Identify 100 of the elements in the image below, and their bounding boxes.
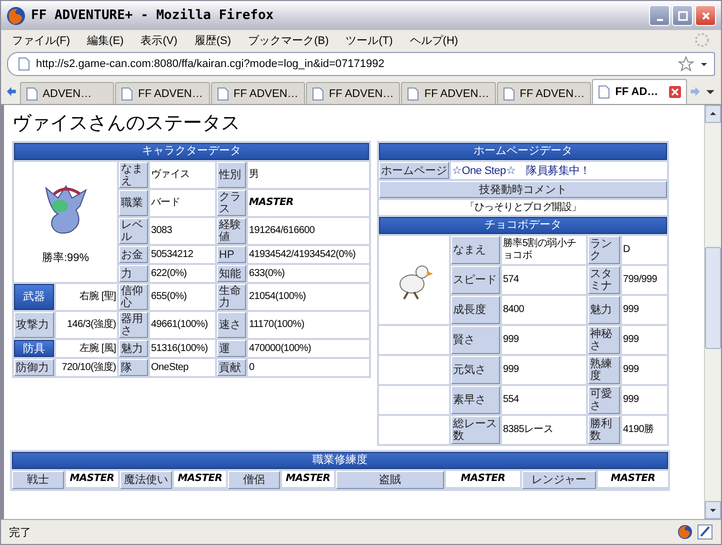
browser-logo-icon bbox=[6, 6, 26, 26]
menu-item[interactable]: ヘルプ(H) bbox=[410, 32, 458, 48]
field-label: なまえ bbox=[451, 236, 500, 264]
field-label: 元気さ bbox=[451, 356, 500, 384]
field-label: 魅力 bbox=[119, 340, 148, 357]
menu-item[interactable]: 表示(V) bbox=[140, 32, 178, 48]
field-value: 51316(100%) bbox=[150, 340, 215, 357]
field-value: 勝率5割の弱小チョコボ bbox=[502, 236, 586, 264]
field-label: なまえ bbox=[119, 162, 148, 188]
field-label: HP bbox=[217, 246, 246, 263]
scroll-down-icon[interactable] bbox=[709, 506, 717, 514]
field-value: 999 bbox=[622, 356, 667, 384]
page-icon bbox=[26, 86, 38, 100]
field-label: 器用さ bbox=[119, 312, 148, 338]
browser-tab[interactable]: FF ADVEN… bbox=[401, 82, 496, 104]
field-label: 速さ bbox=[217, 312, 246, 338]
field-label: 信仰心 bbox=[119, 284, 148, 310]
dropdown-icon[interactable] bbox=[700, 60, 708, 68]
comment-text: 「ひっそりとブログ開設」 bbox=[379, 200, 667, 215]
browser-tab[interactable]: FF AD… bbox=[592, 79, 687, 104]
field-label: 性別 bbox=[217, 162, 246, 188]
bookmark-star-icon[interactable] bbox=[678, 56, 694, 72]
section-header: ホームページデータ bbox=[379, 143, 667, 160]
field-label: クラス bbox=[217, 190, 246, 216]
field-label: 可愛さ bbox=[588, 386, 620, 414]
empty-cell bbox=[379, 356, 449, 384]
field-value: 999 bbox=[622, 296, 667, 324]
maximize-button[interactable] bbox=[672, 5, 693, 26]
menu-item[interactable]: ブックマーク(B) bbox=[248, 32, 329, 48]
section-header: 職業修練度 bbox=[12, 452, 668, 469]
field-value: D bbox=[622, 236, 667, 264]
empty-cell bbox=[379, 386, 449, 414]
field-value: 8385レース bbox=[502, 416, 586, 444]
field-value: 右腕 [聖] bbox=[56, 284, 117, 310]
scroll-left-icon[interactable] bbox=[6, 86, 17, 96]
field-value: 49661(100%) bbox=[150, 312, 215, 338]
field-value: MASTER bbox=[248, 190, 369, 216]
close-icon bbox=[700, 10, 710, 20]
close-button[interactable] bbox=[695, 5, 716, 26]
field-value: 574 bbox=[502, 266, 586, 294]
equipment-button[interactable]: 防具 bbox=[14, 340, 54, 357]
field-value: 470000(100%) bbox=[248, 340, 369, 357]
close-tab-icon[interactable] bbox=[668, 86, 681, 98]
page-heading: ヴァイスさんのステータス bbox=[12, 113, 241, 135]
scroll-up-icon[interactable] bbox=[709, 110, 717, 118]
field-label: 知能 bbox=[217, 265, 246, 282]
field-label: 力 bbox=[119, 265, 148, 282]
menu-item[interactable]: ツール(T) bbox=[346, 32, 393, 48]
field-label: 攻撃力 bbox=[14, 312, 54, 338]
field-label: 成長度 bbox=[451, 296, 500, 324]
page-icon bbox=[312, 86, 324, 100]
field-label: 賢さ bbox=[451, 326, 500, 354]
maximize-icon bbox=[678, 10, 688, 20]
field-value: 720/10(強度) bbox=[56, 359, 117, 376]
job-label: 魔法使い bbox=[120, 471, 172, 489]
empty-cell bbox=[379, 416, 449, 444]
field-value: 50534212 bbox=[150, 246, 215, 263]
field-label: 防御力 bbox=[14, 359, 54, 376]
field-label: 隊 bbox=[119, 359, 148, 376]
field-value: 554 bbox=[502, 386, 586, 414]
minimize-button[interactable] bbox=[649, 5, 670, 26]
job-label: 僧侶 bbox=[228, 471, 280, 489]
scrollbar-thumb[interactable] bbox=[705, 247, 721, 349]
field-label: 経験値 bbox=[217, 218, 246, 244]
homepage-link[interactable]: ☆One Step☆ 隊員募集中！ bbox=[451, 162, 667, 179]
browser-tab[interactable]: FF ADVEN… bbox=[210, 82, 305, 104]
field-label: 勝利数 bbox=[588, 416, 620, 444]
address-field[interactable]: http://s2.game-can.com:8080/ffa/kairan.cgi?mode=log_in&id=07171992 bbox=[7, 52, 715, 76]
field-value: 11170(100%) bbox=[248, 312, 369, 338]
field-value: ヴァイス bbox=[150, 162, 215, 188]
browser-tab[interactable]: ADVEN… bbox=[20, 82, 114, 104]
pencil-icon[interactable] bbox=[697, 524, 713, 540]
equipment-button[interactable]: 武器 bbox=[14, 284, 54, 310]
field-label: スタミナ bbox=[588, 266, 620, 294]
job-label: レンジャー bbox=[522, 471, 596, 489]
browser-tab[interactable]: FF ADVEN… bbox=[496, 82, 592, 104]
field-value: 655(0%) bbox=[150, 284, 215, 310]
menu-item[interactable]: 編集(E) bbox=[87, 32, 124, 48]
browser-tab[interactable]: FF ADVEN… bbox=[115, 82, 210, 104]
job-level: MASTER bbox=[446, 471, 520, 487]
menu-item[interactable]: 履歴(S) bbox=[194, 32, 232, 48]
job-label: 盗賊 bbox=[336, 471, 444, 489]
field-label: 貢献 bbox=[217, 359, 246, 376]
browser-logo-icon[interactable] bbox=[677, 524, 693, 540]
field-value: 799/999 bbox=[622, 266, 667, 294]
field-value: 41934542/41934542(0%) bbox=[248, 246, 369, 263]
field-label: ホームページ bbox=[379, 162, 449, 179]
field-label: 生命力 bbox=[217, 284, 246, 310]
menu-item[interactable]: ファイル(F) bbox=[12, 32, 70, 48]
page-icon bbox=[216, 86, 229, 100]
status-text: 完了 bbox=[9, 526, 32, 540]
field-label: ランク bbox=[588, 236, 620, 264]
field-value: 4190勝 bbox=[622, 416, 667, 444]
window-title: FF ADVENTURE+ - Mozilla Firefox bbox=[31, 8, 275, 23]
browser-tab[interactable]: FF ADVEN… bbox=[306, 82, 400, 104]
minimize-icon bbox=[656, 18, 662, 20]
scrollbar[interactable] bbox=[704, 105, 721, 519]
page-icon bbox=[121, 86, 134, 100]
empty-cell bbox=[379, 326, 449, 354]
field-value: 999 bbox=[622, 326, 667, 354]
